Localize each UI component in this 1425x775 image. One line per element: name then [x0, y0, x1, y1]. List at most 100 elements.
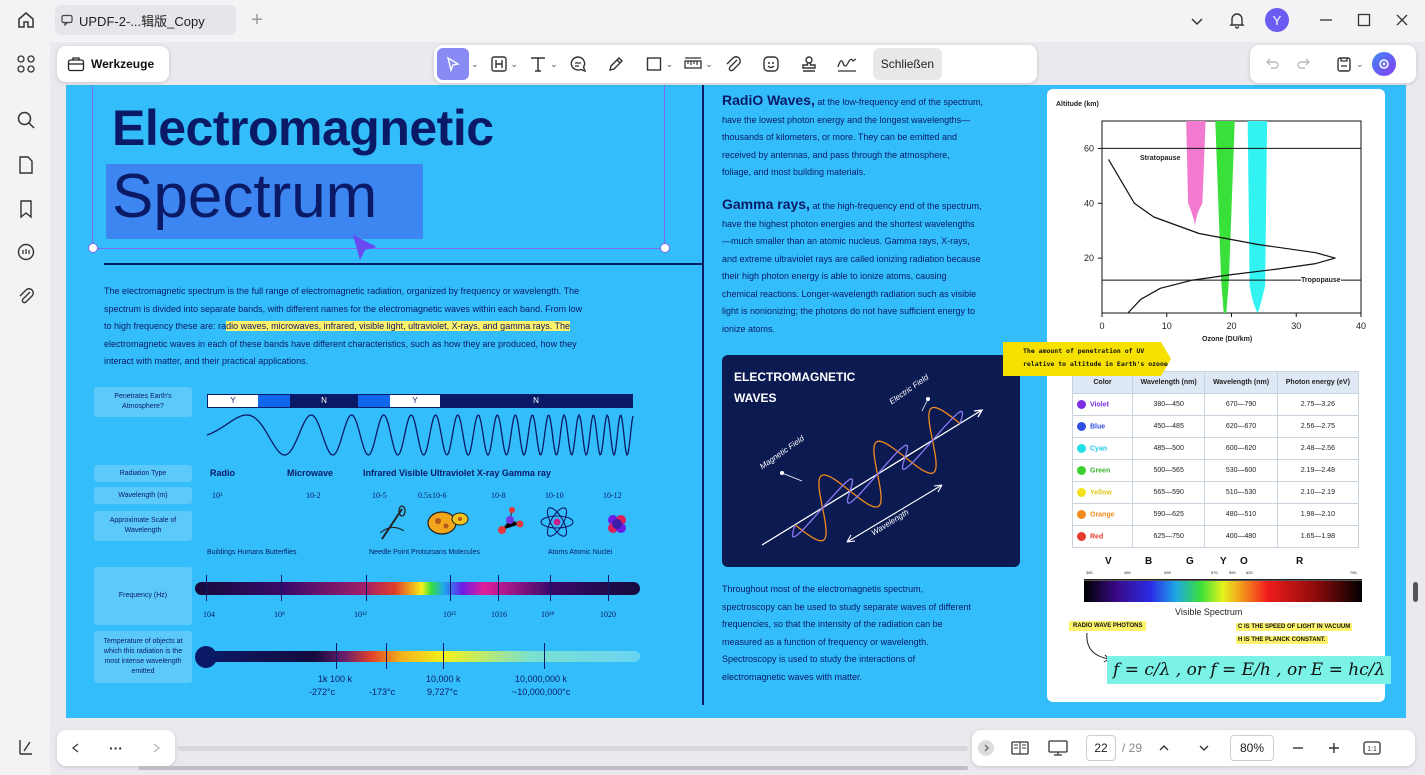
selection-handle[interactable] [88, 243, 98, 253]
color-name: Green [1090, 467, 1111, 475]
document-tab[interactable]: UPDF-2-...辑版_Copy [55, 5, 236, 35]
tools-button[interactable]: Werkzeuge [57, 46, 169, 82]
table-cell: Orange [1072, 503, 1133, 526]
wavelength-value: 10-8 [491, 491, 506, 500]
y-tick-label: 60 [1084, 143, 1094, 153]
attachment-icon[interactable] [13, 283, 39, 309]
annotation-toolbar: ⌄ ⌄ ⌄ ⌄ ⌄ Schließen [434, 45, 1037, 83]
zoom-out-icon[interactable] [1282, 732, 1314, 764]
layers-icon[interactable] [13, 734, 39, 760]
bell-icon[interactable] [1223, 6, 1251, 34]
temperature-value: -272°c [309, 687, 336, 697]
signature-tool[interactable] [831, 48, 863, 80]
table-cell: Violet [1072, 393, 1133, 416]
table-row: Yellow 565—590 510—530 2.10—2.19 [1072, 481, 1360, 504]
spectrum-letter: Y [1220, 556, 1227, 567]
ai-assistant-icon[interactable] [1371, 52, 1396, 76]
highlight-text-tool[interactable] [483, 48, 515, 80]
table-row: Orange 590—625 480—510 1.98—2.10 [1072, 503, 1360, 526]
chart-ylabel: Altitude (km) [1056, 101, 1099, 108]
chevron-left-icon[interactable] [70, 742, 82, 754]
pencil-tool[interactable] [600, 48, 632, 80]
intro-paragraph: The electromagnetic spectrum is the full… [104, 283, 694, 371]
attach-tool[interactable] [717, 48, 749, 80]
avatar[interactable]: Y [1265, 8, 1289, 32]
page-nav-right: 22 / 29 80% 1:1 [972, 730, 1415, 766]
wavelength-value: 10-10 [545, 491, 564, 500]
radio-line: received by antennas, and pass through t… [722, 149, 950, 160]
chevron-right-icon[interactable] [150, 742, 162, 754]
y-tick-label: 20 [1084, 253, 1094, 263]
radio-line: have the lowest photon energy and the lo… [722, 114, 971, 125]
horizontal-scrollbar[interactable] [178, 746, 968, 751]
undo-icon[interactable] [1256, 48, 1288, 80]
page-layout-icon[interactable] [1004, 732, 1036, 764]
radio-line: RadiO Waves, at the low-frequency end of… [722, 92, 1022, 112]
page-title-line1[interactable]: Electromagnetic [112, 99, 494, 157]
uv-band-pink [1186, 121, 1206, 226]
chevron-down-icon[interactable]: ⌄ [471, 59, 479, 70]
zoom-select[interactable]: 80% [1230, 735, 1275, 761]
thumbnails-icon[interactable] [13, 51, 39, 77]
frequency-value: 1016 [491, 610, 507, 619]
vertical-scrollbar[interactable] [1413, 582, 1418, 602]
redo-icon[interactable] [1288, 48, 1320, 80]
temperature-bar [206, 651, 640, 662]
zoom-in-icon[interactable] [1318, 732, 1350, 764]
table-cell: 625—750 [1131, 525, 1206, 548]
spectrum-letter: R [1296, 556, 1304, 567]
selection-handle[interactable] [660, 243, 670, 253]
comment-tool[interactable] [562, 48, 594, 80]
ozone-chart-box: 0 10 20 30 40 20 40 60 Altitude (km) Ozone (DU/… [1047, 89, 1392, 702]
more-button[interactable]: ··· [109, 740, 123, 756]
color-name: Orange [1090, 511, 1115, 519]
search-icon[interactable] [13, 107, 39, 133]
maximize-icon[interactable] [1350, 6, 1378, 34]
frequency-tick [450, 575, 451, 601]
page-total: / 29 [1122, 741, 1143, 755]
frequency-value: 10¹² [354, 610, 367, 619]
table-cell: Green [1072, 459, 1133, 482]
wavelength-value: 10-5 [372, 491, 387, 500]
close-toolbar-button[interactable]: Schließen [872, 48, 943, 80]
select-tool[interactable] [437, 48, 469, 80]
comments-icon[interactable] [13, 239, 39, 265]
x-tick-label: 40 [1356, 321, 1366, 331]
pages-icon[interactable] [13, 152, 39, 178]
intro-line-part: to high frequency these are: ra [104, 321, 227, 331]
page-title-line2[interactable]: Spectrum [112, 161, 377, 232]
bar-y: Y [390, 395, 440, 407]
save-icon[interactable] [1328, 48, 1360, 80]
presentation-icon[interactable] [1042, 732, 1074, 764]
horizontal-scroll-thumb[interactable] [138, 766, 968, 770]
chevron-up-icon[interactable] [1148, 732, 1180, 764]
table-cell: Blue [1072, 415, 1133, 438]
spectrum-tick-label: 495 [1164, 570, 1171, 575]
minimize-icon[interactable] [1312, 6, 1340, 34]
new-tab-button[interactable]: + [243, 6, 271, 34]
frequency-value: 10⁸ [274, 610, 285, 619]
collapse-icon[interactable] [978, 740, 994, 756]
table-cell: 485—500 [1131, 437, 1206, 460]
text-tool[interactable] [522, 48, 554, 80]
spectrum-tick-label: 570 [1211, 570, 1218, 575]
scale-mid-label: Needle Point Protozoans Molecules [369, 549, 480, 556]
frequency-tick [281, 575, 282, 601]
chevron-down-icon[interactable] [1188, 732, 1220, 764]
actual-size-icon[interactable]: 1:1 [1356, 732, 1388, 764]
page-number-input[interactable]: 22 [1086, 735, 1116, 761]
home-icon[interactable] [12, 6, 40, 34]
measure-tool[interactable] [677, 48, 709, 80]
close-icon[interactable] [1388, 6, 1416, 34]
bookmark-icon[interactable] [13, 196, 39, 222]
rectangle-tool[interactable] [638, 48, 670, 80]
sticker-tool[interactable] [755, 48, 787, 80]
divider-line [104, 263, 702, 265]
gamma-rays-section: Gamma rays, at the high-frequency end of… [722, 196, 1022, 338]
spectroscopy-line: frequencies, so that the intensity of th… [722, 619, 943, 629]
stamp-tool[interactable] [793, 48, 825, 80]
spectrum-letter: B [1145, 556, 1153, 567]
table-cell: 2.48—2.56 [1276, 437, 1360, 460]
chevron-down-icon[interactable] [1183, 7, 1211, 35]
table-cell: 620—670 [1204, 415, 1278, 438]
